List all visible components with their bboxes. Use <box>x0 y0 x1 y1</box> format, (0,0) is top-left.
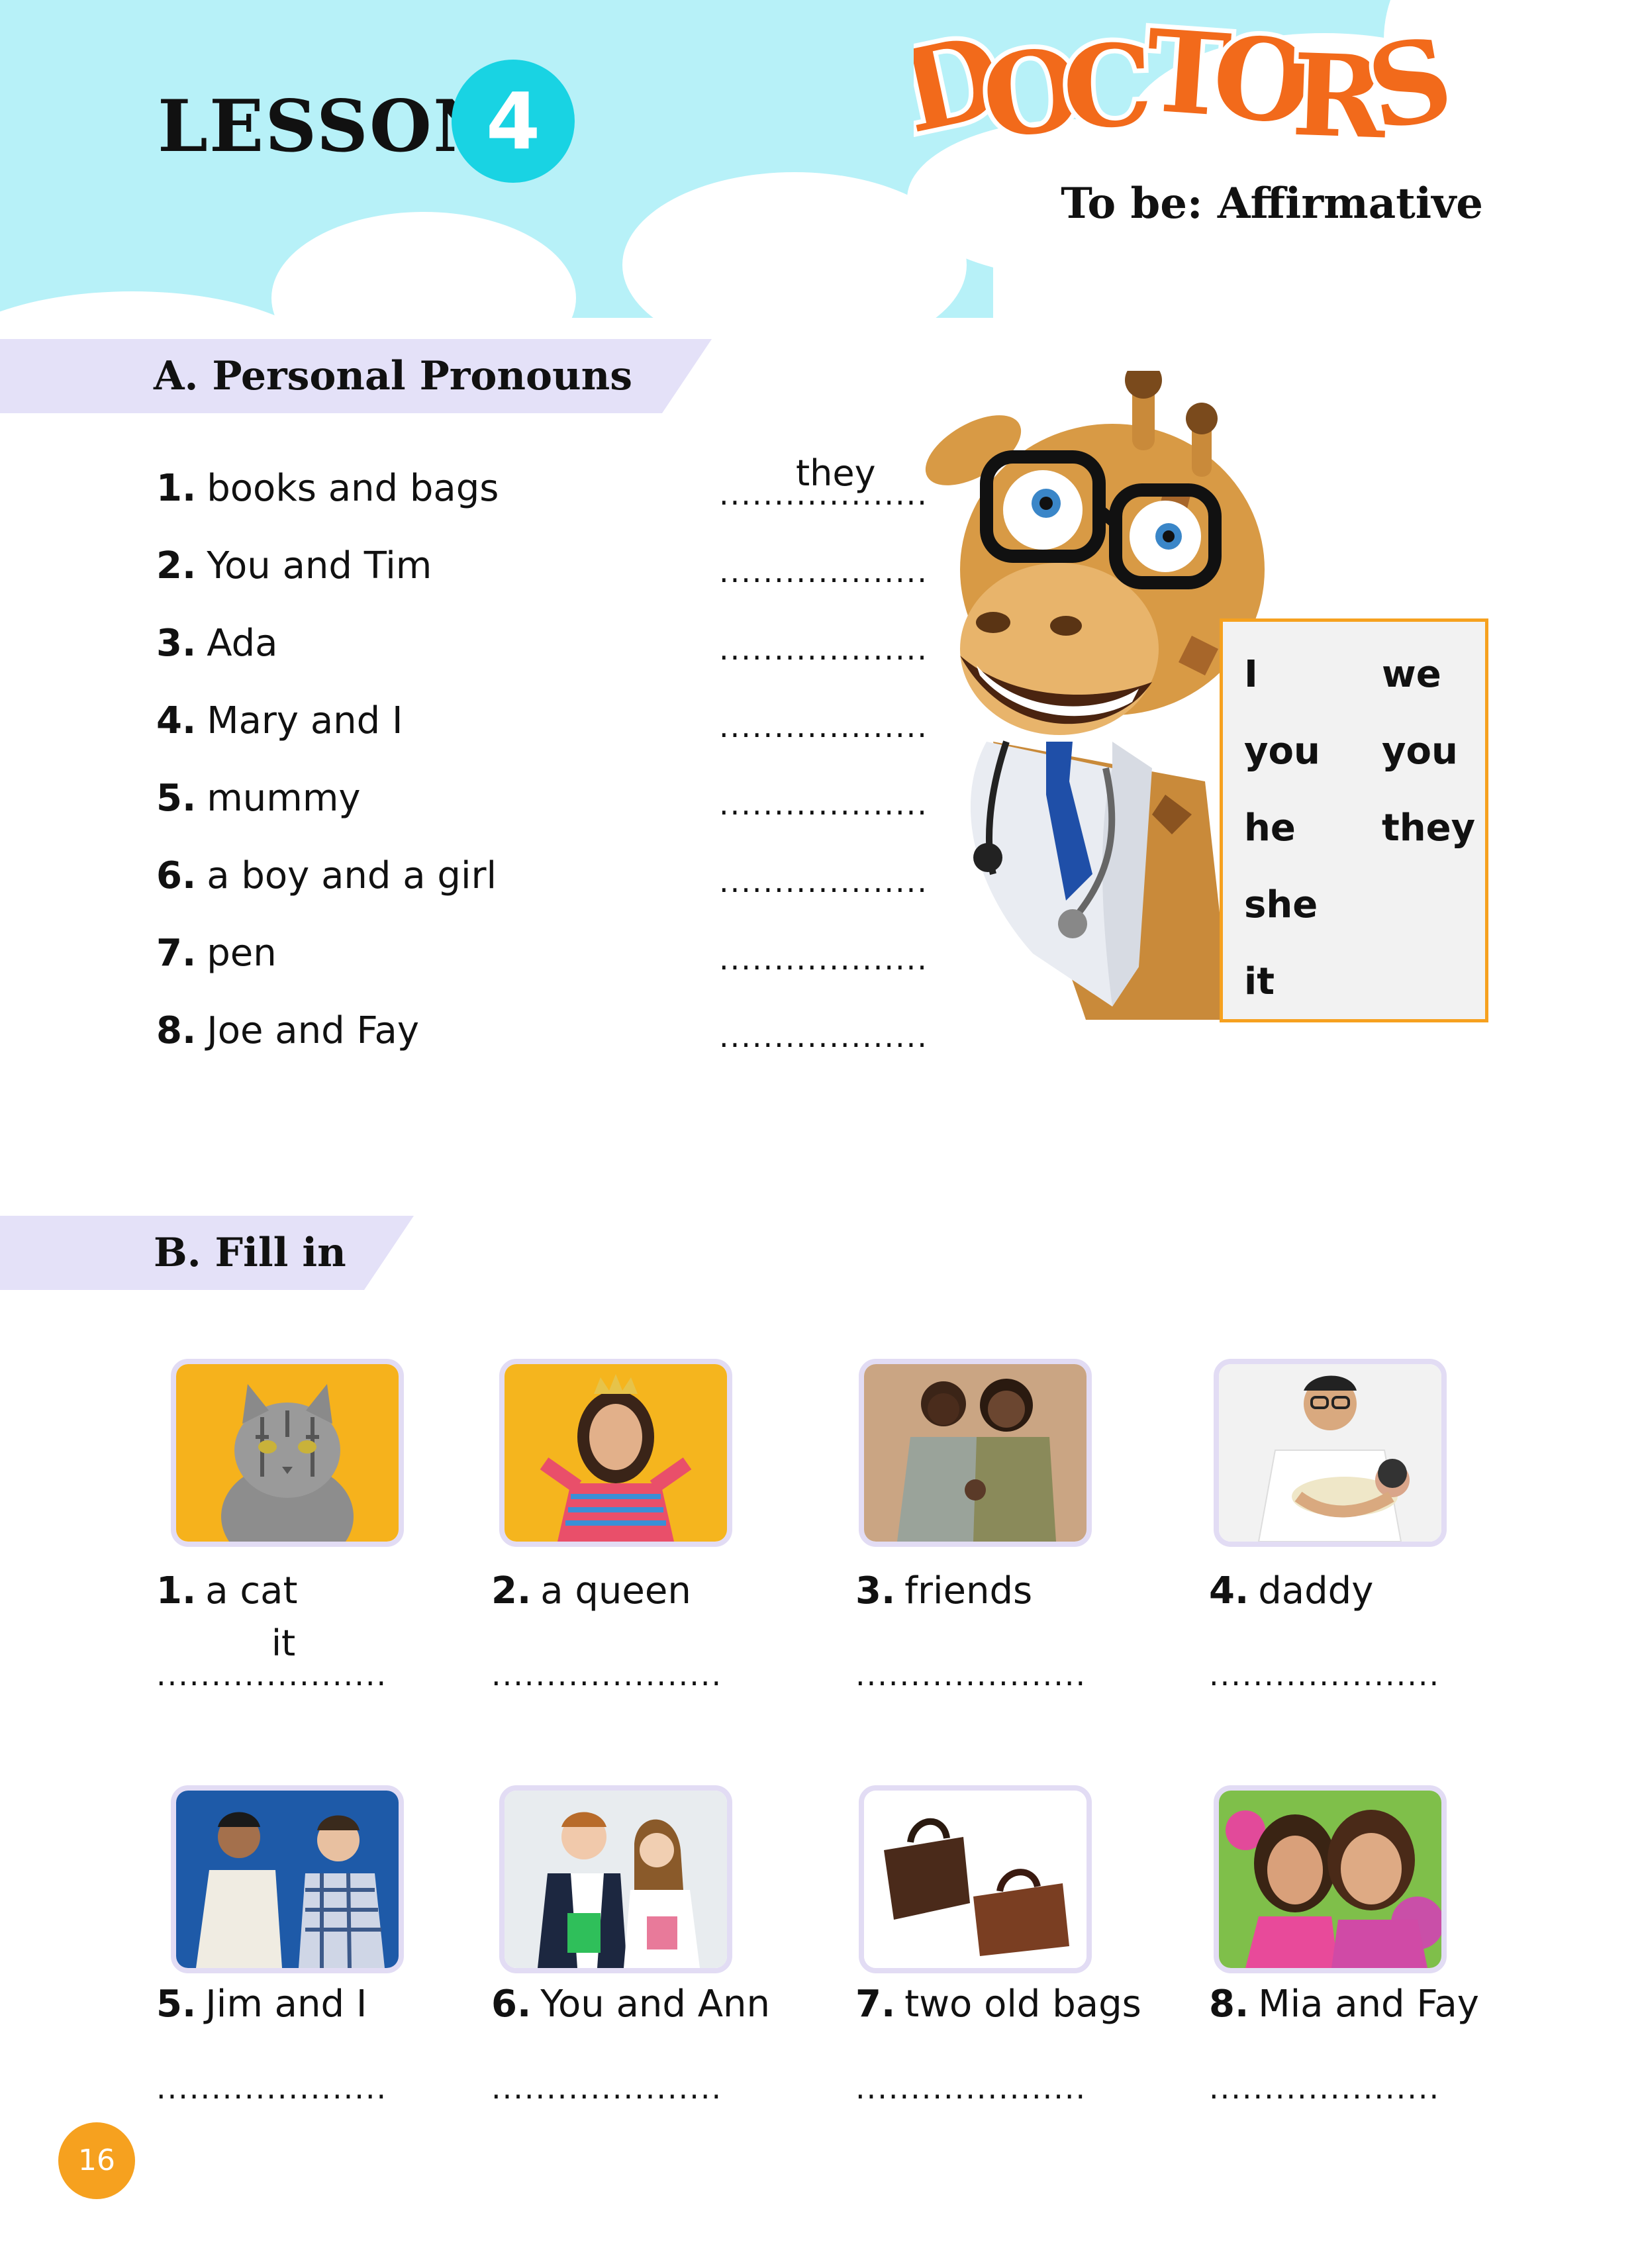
item-text: daddy <box>1258 1569 1374 1612</box>
answer-blank[interactable]: ..................... <box>156 2070 387 2106</box>
section-b-title: B. Fill in <box>154 1230 346 1276</box>
lesson-number-badge: 4 <box>452 60 575 183</box>
item-number: 8. <box>1209 1983 1249 2026</box>
exercise-a-item: 7. pen <box>156 932 277 975</box>
section-a-title: A. Personal Pronouns <box>154 353 633 399</box>
item-text: mummy <box>207 777 361 820</box>
pronoun-word: you <box>1382 730 1458 773</box>
item-number: 7. <box>855 1983 896 2026</box>
exercise-a-item: 5. mummy <box>156 777 361 820</box>
item-number: 8. <box>156 1009 197 1052</box>
item-text: pen <box>207 932 277 975</box>
item-number: 1. <box>156 1569 197 1612</box>
answer-blank[interactable]: ..................... <box>1209 2070 1440 2106</box>
pronoun-word: you <box>1244 730 1320 773</box>
item-text: a boy and a girl <box>207 854 497 897</box>
answer-blank[interactable]: ..................... <box>1209 1657 1440 1693</box>
pronoun-word: I <box>1244 653 1258 696</box>
item-number: 3. <box>156 622 197 665</box>
pronoun-column-singular: Iyou he she it <box>1244 636 1320 1020</box>
lesson-subtitle: To be: Affirmative <box>1061 179 1483 228</box>
pronoun-word: they <box>1382 807 1476 850</box>
girls-photo <box>1214 1785 1447 1973</box>
item-text: two old bags <box>904 1983 1141 2026</box>
lesson-label: LESSON <box>158 85 500 168</box>
title-letter: C <box>1061 19 1155 155</box>
item-text: a cat <box>205 1569 298 1612</box>
exercise-b-caption: 7. two old bags <box>855 1983 1141 2026</box>
item-number: 2. <box>156 544 197 587</box>
item-number: 1. <box>156 467 197 510</box>
item-number: 6. <box>156 854 197 897</box>
friends-photo <box>859 1359 1092 1547</box>
answer-blank[interactable]: ..................... <box>855 1657 1087 1693</box>
answer-blank[interactable]: ................... <box>719 1018 928 1054</box>
item-text: You and Ann <box>540 1983 771 2026</box>
two-men-photo <box>171 1785 404 1973</box>
exercise-a-item: 1. books and bags <box>156 467 499 510</box>
bags-photo <box>859 1785 1092 1973</box>
answer-blank[interactable]: ................... <box>719 554 928 589</box>
example-answer: it <box>271 1622 296 1664</box>
answer-blank[interactable]: ................... <box>719 709 928 744</box>
exercise-a-item: 6. a boy and a girl <box>156 854 497 897</box>
exercise-a-item: 4. Mary and I <box>156 699 403 742</box>
item-text: Jim and I <box>205 1983 367 2026</box>
item-number: 4. <box>1209 1569 1249 1612</box>
exercise-b-caption: 5. Jim and I <box>156 1983 367 2026</box>
item-number: 4. <box>156 699 197 742</box>
item-text: books and bags <box>207 467 499 510</box>
exercise-b-caption: 2. a queen <box>491 1569 691 1612</box>
queen-photo <box>499 1359 732 1547</box>
item-number: 7. <box>156 932 197 975</box>
item-text: Mia and Fay <box>1258 1983 1479 2026</box>
item-text: a queen <box>540 1569 691 1612</box>
exercise-b-caption: 1. a cat <box>156 1569 297 1612</box>
answer-blank[interactable]: ................... <box>719 786 928 822</box>
exercise-a-item: 3. Ada <box>156 622 277 665</box>
item-text: friends <box>904 1569 1033 1612</box>
answer-blank[interactable]: ................... <box>719 941 928 977</box>
exercise-b-caption: 4. daddy <box>1209 1569 1373 1612</box>
cat-photo <box>171 1359 404 1547</box>
pronoun-word: it <box>1244 960 1275 1003</box>
answer-blank[interactable]: ..................... <box>491 1657 722 1693</box>
answer-blank[interactable]: ................... <box>719 631 928 667</box>
item-number: 5. <box>156 777 197 820</box>
daddy-photo <box>1214 1359 1447 1547</box>
exercise-b-caption: 8. Mia and Fay <box>1209 1983 1479 2026</box>
pronoun-column-plural: we you they <box>1382 636 1475 867</box>
answer-blank[interactable]: ..................... <box>855 2070 1087 2106</box>
exercise-a-item: 2. You and Tim <box>156 544 432 587</box>
exercise-b-caption: 3. friends <box>855 1569 1032 1612</box>
pronoun-word: she <box>1244 883 1318 926</box>
item-number: 5. <box>156 1983 197 2026</box>
item-number: 3. <box>855 1569 896 1612</box>
lesson-title: DOCTORS <box>914 13 1467 166</box>
page-number: 16 <box>58 2122 135 2199</box>
exercise-b-caption: 6. You and Ann <box>491 1983 770 2026</box>
exercise-a-item: 8. Joe and Fay <box>156 1009 419 1052</box>
item-text: Joe and Fay <box>207 1009 419 1052</box>
students-photo <box>499 1785 732 1973</box>
item-number: 6. <box>491 1983 532 2026</box>
item-text: You and Tim <box>207 544 432 587</box>
pronoun-word: he <box>1244 807 1296 850</box>
item-number: 2. <box>491 1569 532 1612</box>
example-answer: they <box>796 452 876 494</box>
pronoun-word: we <box>1382 653 1441 696</box>
pronoun-reference-box: Iyou he she it we you they <box>1220 618 1488 1022</box>
item-text: Ada <box>207 622 278 665</box>
answer-blank[interactable]: ................... <box>719 863 928 899</box>
item-text: Mary and I <box>207 699 403 742</box>
answer-blank[interactable]: ..................... <box>491 2070 722 2106</box>
